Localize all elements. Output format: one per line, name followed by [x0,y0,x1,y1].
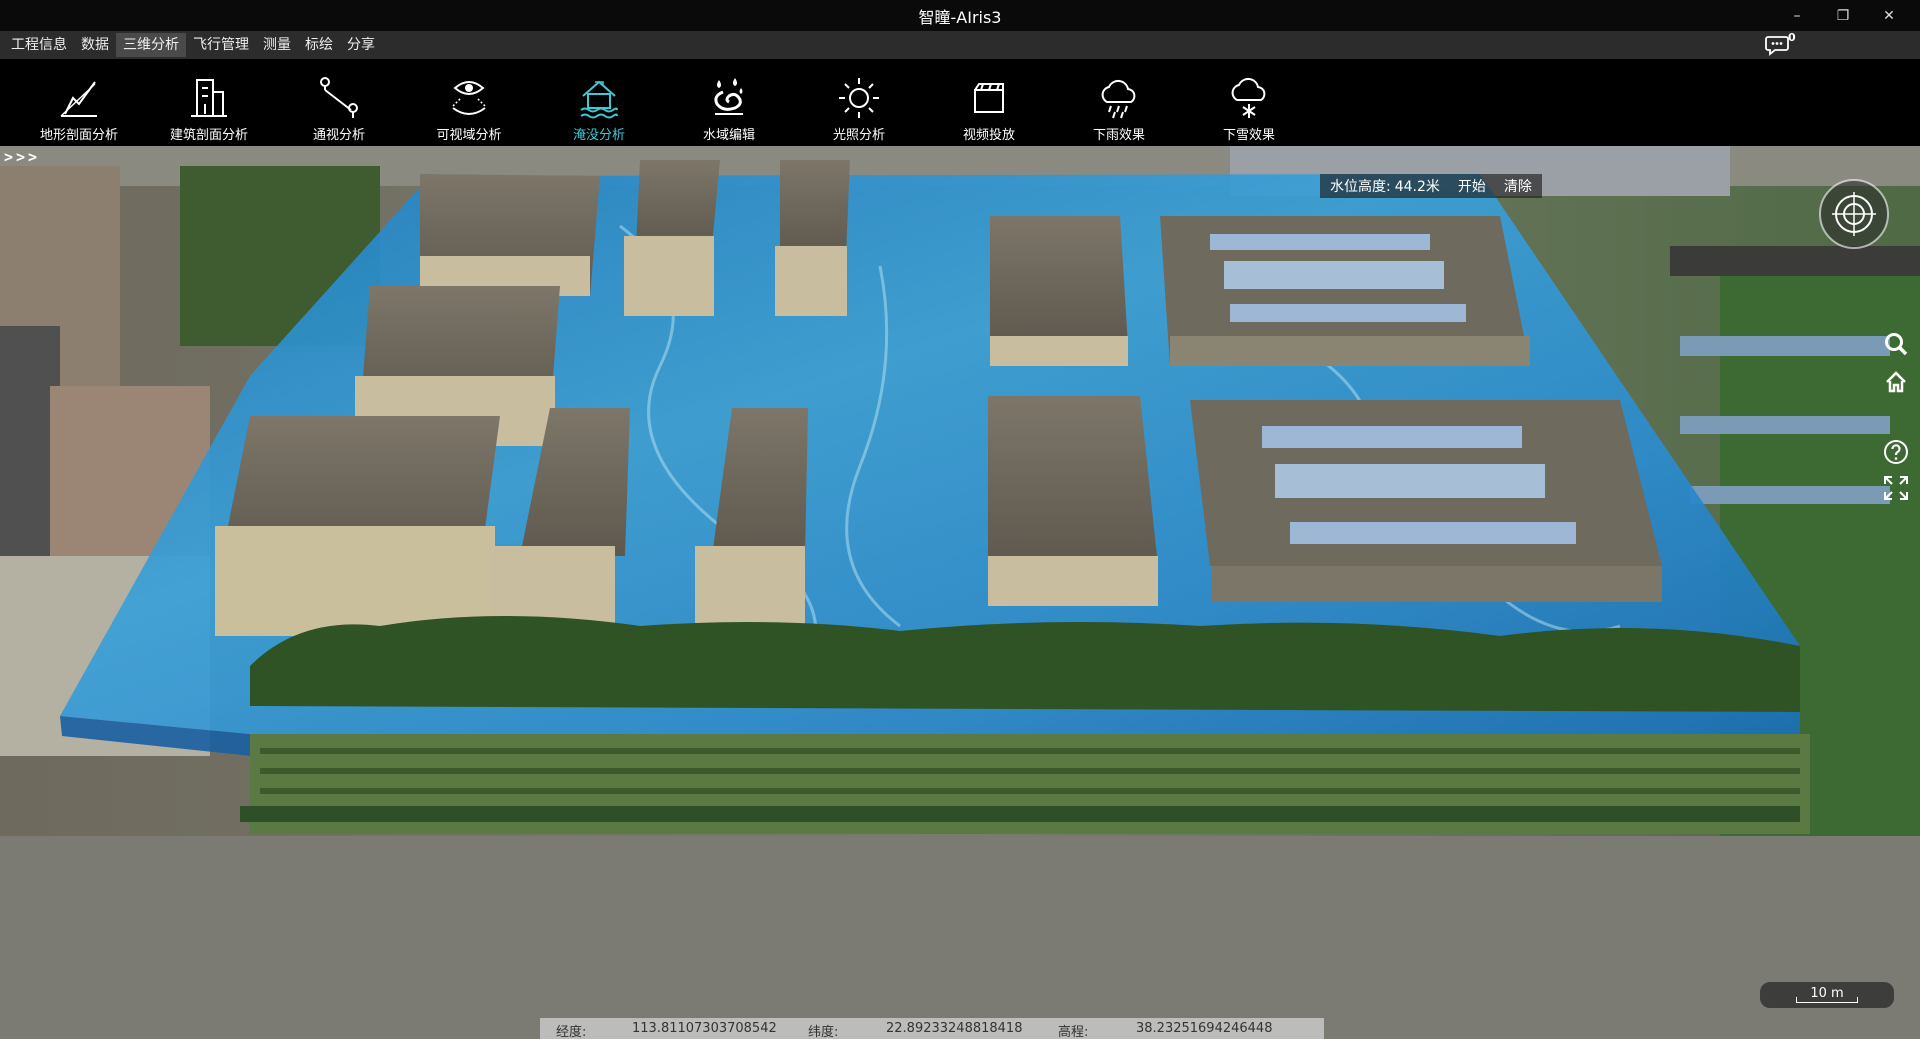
title-bar: 智瞳-AIris3 – ❐ ✕ [0,0,1920,31]
minimize-button[interactable]: – [1774,0,1820,31]
tool-line-of-sight[interactable]: 通视分析 [274,59,404,146]
snow-icon [1231,77,1266,118]
latitude-label: 纬度: [808,1025,839,1039]
line-of-sight-icon [320,77,358,118]
water-edit-icon [714,78,743,115]
tool-label: 可视域分析 [436,128,502,143]
terrain-profile-icon [60,81,97,117]
map-scale: 10 m [1760,982,1894,1008]
menu-data[interactable]: 数据 [74,33,116,57]
home-icon [1886,371,1906,393]
sunlight-icon [839,78,879,118]
altitude-value: 38.23251694246448 [1136,1021,1273,1036]
close-button[interactable]: ✕ [1866,0,1912,31]
tool-sunlight[interactable]: 光照分析 [794,59,924,146]
tool-terrain-profile[interactable]: 地形剖面分析 [14,59,144,146]
compass-icon [1819,179,1889,249]
tool-label: 光照分析 [832,128,885,143]
water-level-panel: 水位高度: 44.2米 开始 清除 [1320,174,1542,198]
start-button[interactable]: 开始 [1458,176,1486,196]
panel-expand-toggle[interactable]: >>> [4,148,40,166]
menu-share[interactable]: 分享 [340,33,382,57]
video-icon [974,83,1004,113]
analysis-toolbar: 地形剖面分析 建筑剖面分析 通视分析 可视域分析 淹没分析 水域编辑 光照分析 … [0,59,1920,146]
search-icon [1885,333,1908,356]
fullscreen-button[interactable] [1880,472,1912,504]
scale-bar [1796,997,1858,1003]
tool-building-profile[interactable]: 建筑剖面分析 [144,59,274,146]
flood-icon [580,80,618,119]
water-level-value: 44.2米 [1394,179,1440,195]
flood-scene [0,146,1920,1039]
tool-label: 视频投放 [962,128,1015,143]
altitude-label: 高程: [1058,1025,1089,1039]
clear-button[interactable]: 清除 [1504,176,1532,196]
tool-snow[interactable]: 下雪效果 [1184,59,1314,146]
menu-measure[interactable]: 测量 [256,33,298,57]
maximize-button[interactable]: ❐ [1820,0,1866,31]
message-button[interactable]: 0 [1764,31,1798,57]
menu-plot[interactable]: 标绘 [298,33,340,57]
tool-label: 下雪效果 [1222,128,1275,143]
tool-flood-analysis[interactable]: 淹没分析 [534,59,664,146]
menu-project-info[interactable]: 工程信息 [4,33,74,57]
rain-icon [1101,79,1136,119]
building-profile-icon [191,79,227,117]
tool-label: 水域编辑 [702,128,755,143]
help-icon [1884,440,1908,464]
zoom-search-button[interactable] [1880,328,1912,360]
home-view-button[interactable] [1880,366,1912,398]
viewshed-icon [452,81,486,115]
tool-label: 下雨效果 [1092,128,1145,143]
latitude-value: 22.89233248818418 [886,1021,1023,1036]
menu-3d-analysis[interactable]: 三维分析 [116,33,186,57]
message-badge: 0 [1788,31,1796,44]
longitude-value: 113.81107303708542 [632,1021,777,1036]
navigation-compass[interactable] [1818,178,1890,250]
menu-flight-management[interactable]: 飞行管理 [186,33,256,57]
tool-label: 地形剖面分析 [39,128,118,143]
map-viewport[interactable] [0,146,1920,1039]
window-title: 智瞳-AIris3 [918,7,1002,27]
help-button[interactable] [1880,436,1912,468]
tool-label: 通视分析 [312,128,365,143]
tool-viewshed[interactable]: 可视域分析 [404,59,534,146]
tool-video[interactable]: 视频投放 [924,59,1054,146]
fullscreen-icon [1884,476,1908,500]
longitude-label: 经度: [556,1025,587,1039]
menu-bar: 工程信息 数据 三维分析 飞行管理 测量 标绘 分享 [0,31,1920,59]
coordinate-status-bar: 经度: 113.81107303708542 纬度: 22.8923324881… [540,1018,1324,1039]
tool-water-edit[interactable]: 水域编辑 [664,59,794,146]
tool-label: 建筑剖面分析 [169,128,248,143]
water-level-label: 水位高度: [1330,179,1391,195]
tool-label: 淹没分析 [572,128,625,143]
tool-rain[interactable]: 下雨效果 [1054,59,1184,146]
